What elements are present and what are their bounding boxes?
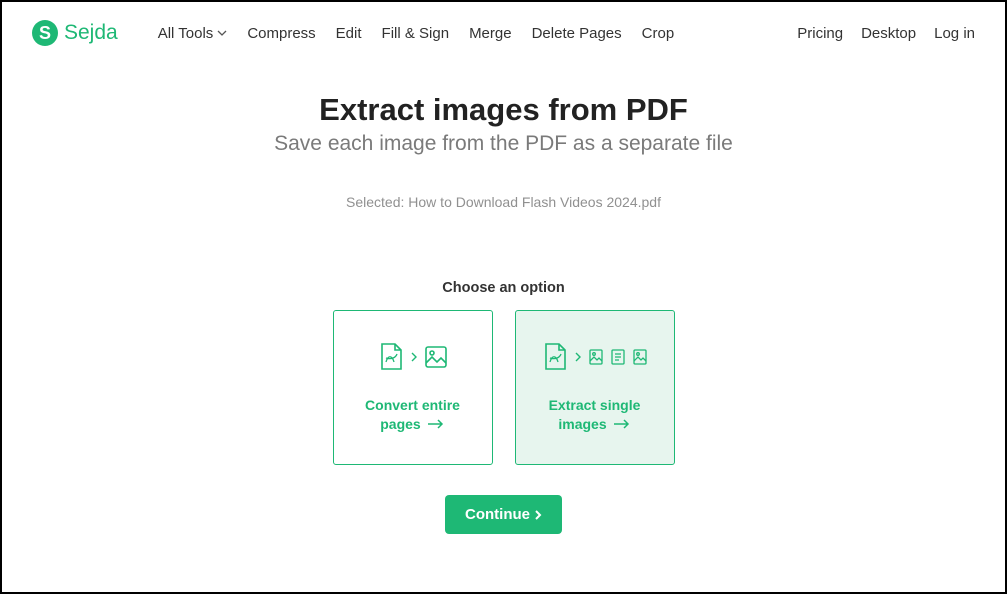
nav-all-tools[interactable]: All Tools: [158, 25, 228, 42]
option-convert-icons: [378, 342, 448, 372]
options-row: Convert entire pages Extract single: [2, 310, 1005, 465]
nav-crop[interactable]: Crop: [642, 25, 675, 42]
pdf-file-icon: [378, 342, 404, 372]
option-convert-label: Convert entire pages: [365, 396, 460, 434]
chevron-right-icon: [534, 509, 542, 521]
arrow-right-icon: [427, 418, 445, 430]
nav-item-label: All Tools: [158, 25, 214, 42]
image-small-icon: [588, 348, 604, 366]
main-content: Extract images from PDF Save each image …: [2, 56, 1005, 534]
continue-button[interactable]: Continue: [445, 495, 562, 534]
option-extract-icons: [542, 342, 648, 372]
header: S Sejda All Tools Compress Edit Fill & S…: [2, 2, 1005, 56]
nav-left: All Tools Compress Edit Fill & Sign Merg…: [158, 25, 674, 42]
selected-file-label: Selected: How to Download Flash Videos 2…: [2, 194, 1005, 210]
option-convert-entire-pages[interactable]: Convert entire pages: [333, 310, 493, 465]
option-extract-line2: images: [558, 415, 606, 434]
nav-right: Pricing Desktop Log in: [797, 25, 975, 42]
page-title: Extract images from PDF: [2, 92, 1005, 128]
chevron-right-icon: [410, 352, 418, 362]
brand-logo-icon: S: [32, 20, 58, 46]
option-extract-single-images[interactable]: Extract single images: [515, 310, 675, 465]
nav-delete-pages[interactable]: Delete Pages: [532, 25, 622, 42]
image-small-icon: [632, 348, 648, 366]
brand[interactable]: S Sejda: [32, 20, 118, 46]
page-subtitle: Save each image from the PDF as a separa…: [2, 132, 1005, 156]
nav-fill-sign[interactable]: Fill & Sign: [382, 25, 450, 42]
brand-name: Sejda: [64, 21, 118, 45]
choose-option-label: Choose an option: [2, 280, 1005, 296]
nav-edit[interactable]: Edit: [336, 25, 362, 42]
pdf-file-icon: [542, 342, 568, 372]
option-extract-label: Extract single images: [549, 396, 641, 434]
arrow-right-icon: [613, 418, 631, 430]
nav-login[interactable]: Log in: [934, 25, 975, 42]
option-convert-line1: Convert entire: [365, 396, 460, 415]
nav-desktop[interactable]: Desktop: [861, 25, 916, 42]
option-convert-line2: pages: [380, 415, 420, 434]
image-small-icon: [610, 348, 626, 366]
nav-pricing[interactable]: Pricing: [797, 25, 843, 42]
chevron-right-icon: [574, 352, 582, 362]
nav-compress[interactable]: Compress: [247, 25, 315, 42]
chevron-down-icon: [217, 28, 227, 38]
continue-button-label: Continue: [465, 506, 530, 523]
nav-merge[interactable]: Merge: [469, 25, 512, 42]
image-file-icon: [424, 345, 448, 369]
option-extract-line1: Extract single: [549, 396, 641, 415]
